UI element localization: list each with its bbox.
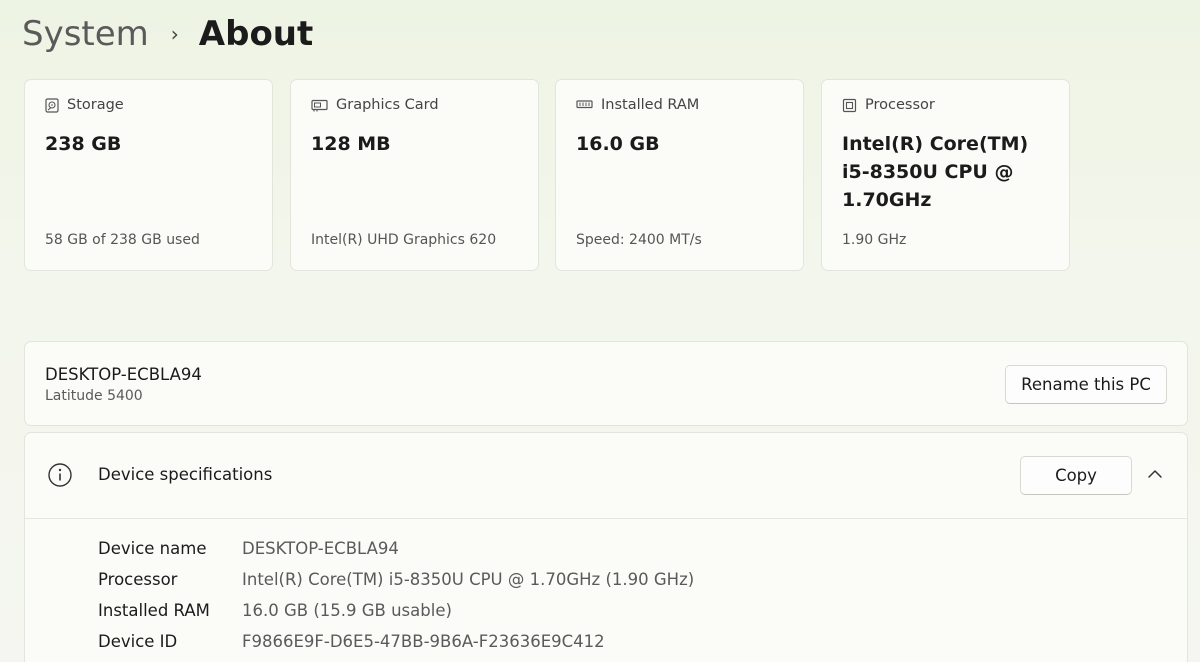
graphics-card-label: Graphics Card	[336, 97, 439, 113]
spec-key: Installed RAM	[98, 601, 210, 620]
storage-card: Storage 238 GB 58 GB of 238 GB used	[24, 79, 273, 271]
device-specifications-panel: Device specifications Copy Device name D…	[24, 432, 1188, 662]
spec-value: DESKTOP-ECBLA94	[242, 539, 399, 558]
spec-key: Device name	[98, 539, 207, 558]
storage-label: Storage	[67, 97, 124, 113]
spec-value: F9866E9F-D6E5-47BB-9B6A-F23636E9C412	[242, 632, 605, 651]
graphics-card-icon	[311, 99, 328, 112]
graphics-card-card: Graphics Card 128 MB Intel(R) UHD Graphi…	[290, 79, 539, 271]
processor-card: Processor Intel(R) Core(TM) i5-8350U CPU…	[821, 79, 1070, 271]
spec-row: Device ID F9866E9F-D6E5-47BB-9B6A-F23636…	[98, 626, 694, 657]
spec-key: Processor	[98, 570, 178, 589]
breadcrumb-separator-icon: ›	[170, 22, 179, 46]
processor-icon	[842, 98, 857, 113]
copy-button[interactable]: Copy	[1020, 456, 1132, 495]
processor-label: Processor	[865, 97, 935, 113]
ram-label: Installed RAM	[601, 97, 700, 113]
processor-detail: 1.90 GHz	[842, 232, 907, 248]
ram-value: 16.0 GB	[576, 133, 660, 155]
spec-row: Device name DESKTOP-ECBLA94	[98, 533, 694, 564]
rename-pc-button[interactable]: Rename this PC	[1005, 365, 1167, 404]
info-icon	[47, 462, 73, 492]
breadcrumb: System › About	[22, 10, 313, 58]
storage-detail: 58 GB of 238 GB used	[45, 232, 200, 248]
ram-card: Installed RAM 16.0 GB Speed: 2400 MT/s	[555, 79, 804, 271]
processor-value: Intel(R) Core(TM) i5-8350U CPU @ 1.70GHz	[842, 133, 1029, 211]
spec-row: Installed RAM 16.0 GB (15.9 GB usable)	[98, 595, 694, 626]
ram-detail: Speed: 2400 MT/s	[576, 232, 702, 248]
device-specifications-title: Device specifications	[98, 465, 273, 484]
spec-value: 16.0 GB (15.9 GB usable)	[242, 601, 452, 620]
graphics-card-detail: Intel(R) UHD Graphics 620	[311, 232, 497, 248]
storage-icon	[45, 97, 59, 113]
graphics-card-value: 128 MB	[311, 133, 391, 155]
storage-value: 238 GB	[45, 133, 122, 155]
chevron-up-icon[interactable]	[1147, 466, 1163, 486]
pc-model: Latitude 5400	[45, 388, 143, 404]
breadcrumb-system-link[interactable]: System	[22, 14, 149, 54]
spec-key: Device ID	[98, 632, 178, 651]
spec-value: Intel(R) Core(TM) i5-8350U CPU @ 1.70GHz…	[242, 570, 695, 589]
pc-name: DESKTOP-ECBLA94	[45, 365, 202, 384]
device-specifications-header[interactable]: Device specifications Copy	[25, 433, 1187, 519]
pc-name-panel: DESKTOP-ECBLA94 Latitude 5400 Rename thi…	[24, 341, 1188, 426]
ram-icon	[576, 99, 593, 111]
spec-list: Device name DESKTOP-ECBLA94 Processor In…	[98, 533, 694, 657]
spec-row: Processor Intel(R) Core(TM) i5-8350U CPU…	[98, 564, 694, 595]
page-title: About	[198, 14, 314, 54]
